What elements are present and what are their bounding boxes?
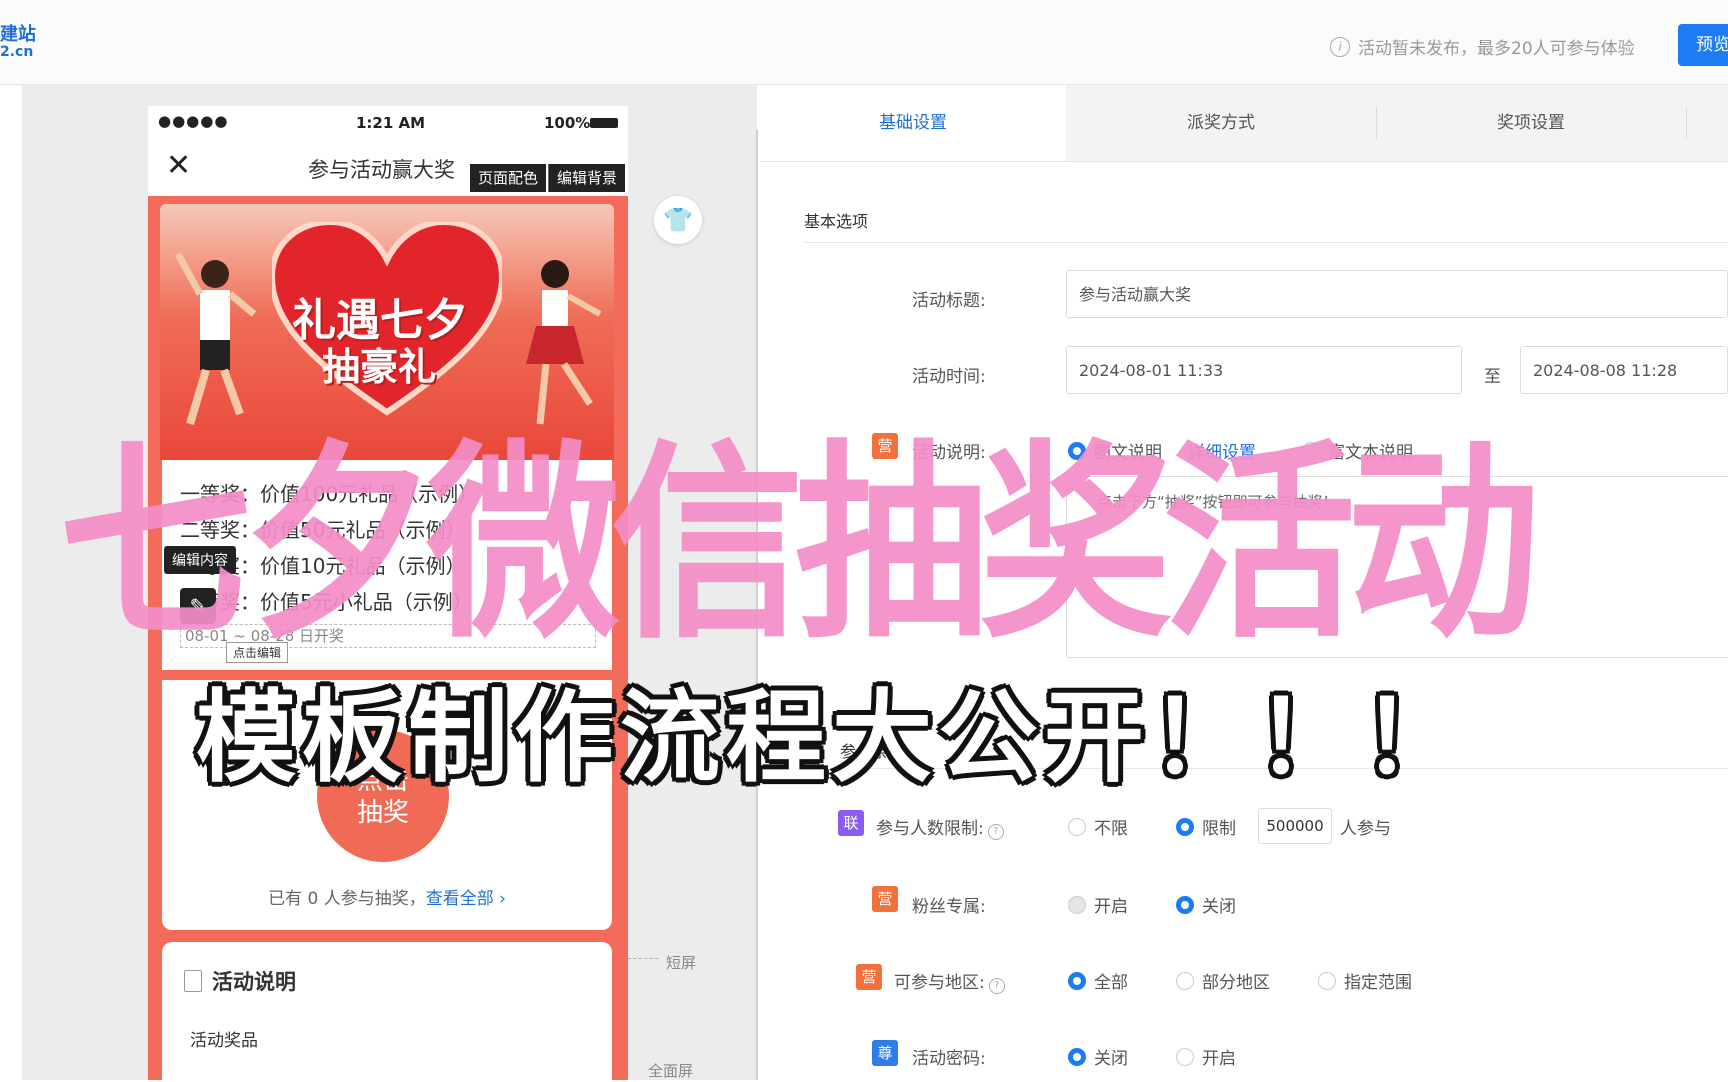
edit-background-button[interactable]: 编辑背景 [548,164,626,192]
start-time-input[interactable]: 2024-08-01 11:33 [1066,346,1462,394]
banner-title-line2: 抽豪礼 [322,345,437,389]
description-subtitle: 活动奖品 [190,1031,258,1051]
preview-button[interactable]: 预览 [1678,24,1728,66]
description-title: 活动说明 [212,970,296,994]
limit-label: 参与人数限制:? [876,814,1004,840]
radio-password-on[interactable]: 开启 [1176,1044,1236,1069]
signal-icon: ●●●●● [158,112,229,130]
help-icon[interactable]: ? [988,978,1005,994]
settings-tabs: 基础设置 派奖方式 奖项设置 [760,85,1728,162]
description-card: 活动说明 活动奖品 [162,942,612,1082]
radio-dot[interactable] [1176,1047,1194,1066]
tab-basic-settings[interactable]: 基础设置 [760,85,1066,161]
tab-prize-distribution[interactable]: 派奖方式 [1066,85,1376,161]
publish-notice: i 活动暂未发布，最多20人可参与体验 [1330,34,1635,59]
info-icon: i [1330,36,1350,57]
logo-text: 建站 [0,24,36,45]
logo-domain: 2.cn [0,44,34,60]
phone-status-bar: ●●●●● 1:21 AM 100% [148,106,628,140]
radio-label: 不限 [1094,819,1128,839]
notice-text: 活动暂未发布，最多20人可参与体验 [1358,39,1635,59]
radio-label: 开启 [1094,897,1128,917]
tab-divider [1686,107,1687,139]
radio-dot-selected[interactable] [1068,1047,1086,1066]
limit-suffix: 人参与 [1340,819,1391,839]
radio-label: 限制 [1202,819,1236,839]
close-icon[interactable]: ✕ [166,148,191,183]
status-time: 1:21 AM [356,114,426,132]
section-divider [804,242,1728,243]
lottery-button-line2: 抽奖 [356,798,409,828]
radio-password-off[interactable]: 关闭 [1068,1044,1128,1069]
fans-label: 粉丝专属: [912,897,986,917]
girl-figure-icon [526,260,602,425]
title-input[interactable]: 参与活动赢大奖 [1066,270,1728,318]
radio-fans-off[interactable]: 关闭 [1176,892,1236,917]
document-icon [184,970,202,992]
help-icon[interactable]: ? [987,824,1004,840]
top-bar: 建站 2.cn i 活动暂未发布，最多20人可参与体验 预览 [0,0,1728,85]
short-screen-label: 短屏 [666,954,697,972]
battery-icon [590,118,618,128]
shirt-icon[interactable]: 👕 [654,196,702,244]
view-all-link[interactable]: 查看全部 › [426,889,506,909]
radio-label: 关闭 [1094,1049,1128,1069]
marketing-badge: 营 [856,964,882,990]
radio-dot-selected[interactable] [1176,895,1194,914]
status-battery: 100% [544,114,591,132]
radio-label: 开启 [1202,1049,1236,1069]
radio-dot[interactable] [1068,817,1086,836]
phone-page-title: 参与活动赢大奖 [308,158,455,182]
radio-dot-selected[interactable] [1068,971,1086,990]
radio-region-partial[interactable]: 部分地区 [1176,968,1270,993]
radio-label: 关闭 [1202,897,1236,917]
radio-region-all[interactable]: 全部 [1068,968,1128,993]
tab-prize-settings[interactable]: 奖项设置 [1376,85,1686,161]
limit-label-text: 参与人数限制: [876,819,984,839]
limit-count-input[interactable]: 500000 [1258,808,1332,844]
premium-badge: 尊 [872,1040,898,1066]
radio-dot[interactable] [1318,971,1336,990]
region-label-text: 可参与地区: [894,973,985,993]
radio-dot-selected[interactable] [1176,817,1194,836]
radio-label: 全部 [1094,973,1128,993]
radio-region-range[interactable]: 指定范围 [1318,968,1412,993]
radio-fans-on[interactable]: 开启 [1068,892,1128,917]
radio-dot[interactable] [1176,971,1194,990]
radio-limit[interactable]: 限制 [1176,814,1236,839]
marketing-badge: 营 [872,886,898,912]
region-label: 可参与地区:? [894,968,1005,994]
union-badge: 联 [838,810,864,836]
radio-label: 部分地区 [1202,973,1270,993]
time-separator: 至 [1484,367,1501,387]
participants-count: 已有 0 人参与抽奖，查看全部 › [162,884,612,909]
password-label: 活动密码: [912,1049,986,1069]
radio-dot[interactable] [1068,895,1086,914]
section-basic-title: 基本选项 [804,212,869,231]
boy-figure-icon [174,252,257,426]
page-color-button[interactable]: 页面配色 [470,164,547,192]
short-screen-guide [628,958,658,959]
overlay-main-title: 七夕微信抽奖活动 [58,422,1540,667]
overlay-subtitle: 模板制作流程大公开！！！ [196,679,1468,796]
end-time-input[interactable]: 2024-08-08 11:28 [1520,346,1728,394]
full-screen-label: 全面屏 [648,1062,694,1080]
time-label: 活动时间: [912,367,986,387]
tab-divider [1376,107,1377,139]
radio-no-limit[interactable]: 不限 [1068,814,1128,839]
title-label: 活动标题: [912,291,986,311]
participants-text: 已有 0 人参与抽奖， [268,889,426,909]
radio-label: 指定范围 [1344,973,1412,993]
